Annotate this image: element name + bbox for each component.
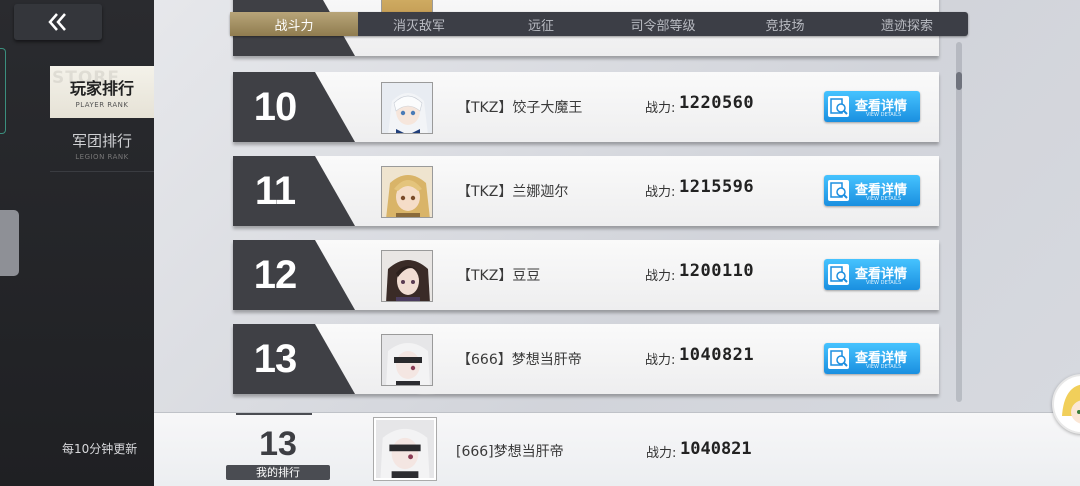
back-button[interactable]: [14, 4, 102, 40]
sidebar-tab-label: 军团排行: [71, 132, 132, 150]
rank-list[interactable]: 10 【TKZ】饺子大魔王 战力: 1220560 查看详情 VIEW DETA…: [233, 0, 939, 400]
my-rank-bar: 13 我的排行 [666]梦想当肝帝 战力: 1040821: [154, 412, 1080, 486]
my-rank-number: 13: [259, 425, 297, 463]
rank-number: 11: [254, 168, 296, 213]
category-tab-bar: 战斗力 消灭敌军 远征 司令部等级 竞技场 遗迹探索: [230, 12, 968, 36]
sidebar-tab-player-rank[interactable]: STORE 玩家排行 PLAYER RANK: [50, 66, 154, 118]
view-details-button[interactable]: 查看详情 VIEW DETAILS: [824, 259, 920, 290]
double-chevron-left-icon: [48, 13, 66, 31]
my-avatar[interactable]: [374, 418, 436, 480]
tab-arena[interactable]: 竞技场: [724, 12, 846, 36]
view-details-button[interactable]: 查看详情 VIEW DETAILS: [824, 343, 920, 374]
power-value: 1200110: [679, 261, 755, 281]
player-avatar[interactable]: [381, 82, 433, 134]
sidebar-tab-sublabel: LEGION RANK: [75, 153, 129, 161]
sidebar-tab-legion-rank[interactable]: 军团排行 LEGION RANK: [50, 120, 154, 172]
tab-combat-power[interactable]: 战斗力: [230, 12, 358, 36]
side-drawer-handle[interactable]: [0, 210, 19, 276]
view-details-button[interactable]: 查看详情 VIEW DETAILS: [824, 91, 920, 122]
table-row: 11 【TKZ】兰娜迦尔 战力: 1215596 查看详情 VIEW DETAI…: [233, 156, 939, 226]
player-name: 【TKZ】饺子大魔王: [457, 100, 583, 116]
tab-decoration: STORE: [52, 68, 120, 88]
tab-ruins-exploration[interactable]: 遗迹探索: [846, 12, 968, 36]
scrollbar-track[interactable]: [956, 42, 962, 402]
button-sublabel: VIEW DETAILS: [866, 280, 902, 286]
my-power-label: 战力:: [646, 446, 677, 461]
tab-enemies-destroyed[interactable]: 消灭敌军: [358, 12, 480, 36]
power-label: 战力:: [645, 101, 676, 116]
rank-number: 12: [253, 252, 298, 297]
table-row: 10 【TKZ】饺子大魔王 战力: 1220560 查看详情 VIEW DETA…: [233, 72, 939, 142]
player-avatar[interactable]: [381, 166, 433, 218]
my-rank-label: 我的排行: [226, 465, 330, 480]
power-label: 战力:: [645, 185, 676, 200]
scrollbar-thumb[interactable]: [956, 72, 962, 90]
update-note: 每10分钟更新: [62, 442, 138, 456]
player-name: 【666】梦想当肝帝: [457, 352, 582, 368]
tab-expedition[interactable]: 远征: [480, 12, 602, 36]
my-power-value: 1040821: [680, 439, 752, 459]
rank-number: 10: [253, 84, 298, 129]
sidebar-tab-sublabel: PLAYER RANK: [75, 101, 129, 109]
player-name: 【TKZ】豆豆: [457, 268, 541, 284]
button-sublabel: VIEW DETAILS: [866, 196, 902, 202]
magnifier-doc-icon: [828, 264, 849, 285]
view-details-button[interactable]: 查看详情 VIEW DETAILS: [824, 175, 920, 206]
button-sublabel: VIEW DETAILS: [866, 364, 902, 370]
my-player-name: [666]梦想当肝帝: [456, 444, 564, 460]
player-avatar[interactable]: [381, 334, 433, 386]
rank-number: 13: [253, 336, 298, 381]
player-avatar[interactable]: [381, 250, 433, 302]
tab-hq-level[interactable]: 司令部等级: [602, 12, 724, 36]
power-label: 战力:: [645, 353, 676, 368]
divider: [236, 413, 312, 415]
power-label: 战力:: [645, 269, 676, 284]
magnifier-doc-icon: [828, 96, 849, 117]
magnifier-doc-icon: [828, 180, 849, 201]
magnifier-doc-icon: [828, 348, 849, 369]
power-value: 1040821: [679, 345, 755, 365]
button-sublabel: VIEW DETAILS: [866, 112, 902, 118]
table-row: 12 【TKZ】豆豆 战力: 1200110 查看详情 VIEW DETAILS: [233, 240, 939, 310]
power-value: 1215596: [679, 177, 755, 197]
sidebar: STORE 玩家排行 PLAYER RANK 军团排行 LEGION RANK …: [0, 0, 154, 486]
side-edge-tab[interactable]: [0, 48, 6, 134]
player-name: 【TKZ】兰娜迦尔: [457, 184, 569, 200]
ranking-panel: VG 10 【TKZ】饺子大魔王 战力: 1220560: [154, 0, 1080, 412]
power-value: 1220560: [679, 93, 755, 113]
table-row: 13 【666】梦想当肝帝 战力: 1040821 查看详情 VIEW DETA…: [233, 324, 939, 394]
